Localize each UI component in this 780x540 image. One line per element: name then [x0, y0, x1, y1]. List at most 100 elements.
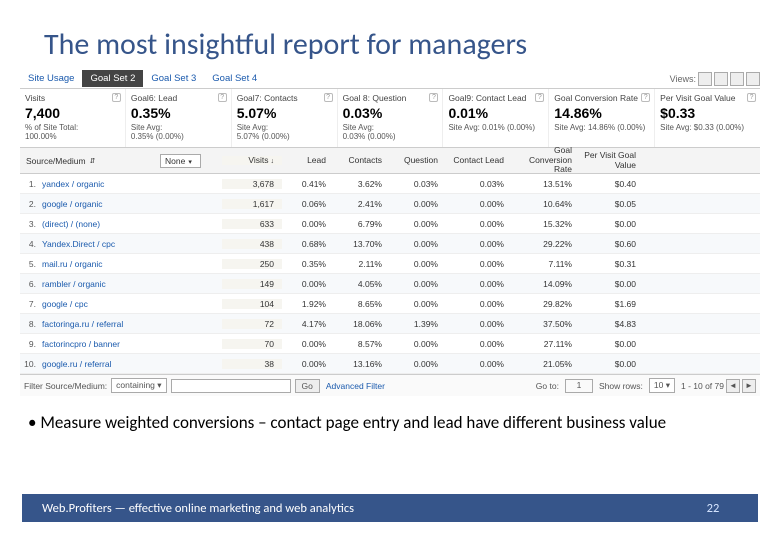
table-row[interactable]: 9.factorincpro / banner700.00%8.57%0.00%…	[20, 334, 760, 354]
table-row[interactable]: 10.google.ru / referral380.00%13.16%0.00…	[20, 354, 760, 374]
metric-sub: 5.07% (0.00%)	[237, 132, 332, 141]
help-icon[interactable]: ?	[429, 93, 438, 102]
table-row[interactable]: 8.factoringa.ru / referral724.17%18.06%1…	[20, 314, 760, 334]
slide-title: The most insightful report for managers	[0, 0, 780, 69]
row-source[interactable]: rambler / organic	[40, 279, 160, 289]
table-row[interactable]: 1.yandex / organic3,6780.41%3.62%0.03%0.…	[20, 174, 760, 194]
metric-card: ?Goal7: Contacts5.07%Site Avg:5.07% (0.0…	[232, 89, 338, 147]
row-index: 10.	[20, 359, 40, 369]
rows-select[interactable]: 10 ▾	[649, 378, 675, 393]
go-button[interactable]: Go	[295, 379, 320, 393]
goto-input[interactable]: 1	[565, 379, 593, 393]
row-source[interactable]: google.ru / referral	[40, 359, 160, 369]
cell-gcr: 13.51%	[512, 179, 580, 189]
table-row[interactable]: 3.(direct) / (none)6330.00%6.79%0.00%0.0…	[20, 214, 760, 234]
row-source[interactable]: yandex / organic	[40, 179, 160, 189]
row-index: 9.	[20, 339, 40, 349]
cell-lead: 0.00%	[282, 359, 334, 369]
cell-contact-lead: 0.00%	[446, 359, 512, 369]
header-lead[interactable]: Lead	[282, 156, 334, 165]
help-icon[interactable]: ?	[112, 93, 121, 102]
row-source[interactable]: google / cpc	[40, 299, 160, 309]
metric-sub: Site Avg:	[131, 123, 226, 132]
cell-pvgv: $0.05	[580, 199, 644, 209]
views-toggle: Views:	[670, 72, 760, 86]
table-row[interactable]: 5.mail.ru / organic2500.35%2.11%0.00%0.0…	[20, 254, 760, 274]
row-source[interactable]: (direct) / (none)	[40, 219, 160, 229]
cell-contact-lead: 0.00%	[446, 299, 512, 309]
cell-visits: 104	[222, 299, 282, 309]
filter-mode-select[interactable]: containing ▾	[111, 378, 166, 393]
help-icon[interactable]: ?	[747, 93, 756, 102]
metric-label: Visits	[25, 93, 120, 103]
view-pie-icon[interactable]	[714, 72, 728, 86]
header-pvgv[interactable]: Per Visit Goal Value	[580, 151, 644, 170]
header-visits[interactable]: Visits ↓	[222, 156, 282, 166]
cell-pvgv: $0.00	[580, 339, 644, 349]
cell-visits: 149	[222, 279, 282, 289]
help-icon[interactable]: ?	[641, 93, 650, 102]
prev-page-button[interactable]: ◄	[726, 379, 740, 393]
header-question[interactable]: Question	[390, 156, 446, 165]
metric-value: 7,400	[25, 105, 120, 121]
cell-lead: 0.68%	[282, 239, 334, 249]
row-index: 5.	[20, 259, 40, 269]
cell-pvgv: $0.00	[580, 359, 644, 369]
cell-question: 0.00%	[390, 359, 446, 369]
none-select[interactable]: None	[160, 154, 201, 168]
goto-label: Go to:	[536, 381, 559, 391]
metric-value: $0.33	[660, 105, 755, 121]
cell-visits: 38	[222, 359, 282, 369]
advanced-filter-link[interactable]: Advanced Filter	[326, 381, 385, 391]
cell-visits: 633	[222, 219, 282, 229]
cell-visits: 72	[222, 319, 282, 329]
metric-label: Goal 8: Question	[343, 93, 438, 103]
help-icon[interactable]: ?	[535, 93, 544, 102]
row-source[interactable]: factorincpro / banner	[40, 339, 160, 349]
cell-contacts: 4.05%	[334, 279, 390, 289]
filter-input[interactable]	[171, 379, 291, 393]
row-index: 6.	[20, 279, 40, 289]
row-source[interactable]: factoringa.ru / referral	[40, 319, 160, 329]
table-row[interactable]: 6.rambler / organic1490.00%4.05%0.00%0.0…	[20, 274, 760, 294]
table-row[interactable]: 4.Yandex.Direct / cpc4380.68%13.70%0.00%…	[20, 234, 760, 254]
metric-label: Goal7: Contacts	[237, 93, 332, 103]
header-gcr[interactable]: Goal Conversion Rate	[512, 146, 580, 174]
secondary-dimension[interactable]: None	[160, 154, 222, 168]
help-icon[interactable]: ?	[324, 93, 333, 102]
table-body: 1.yandex / organic3,6780.41%3.62%0.03%0.…	[20, 174, 760, 374]
cell-visits: 438	[222, 239, 282, 249]
header-source[interactable]: Source/Medium ⇵	[20, 156, 160, 166]
view-table-icon[interactable]	[698, 72, 712, 86]
header-contacts[interactable]: Contacts	[334, 156, 390, 165]
table-row[interactable]: 7.google / cpc1041.92%8.65%0.00%0.00%29.…	[20, 294, 760, 314]
metric-label: Per Visit Goal Value	[660, 93, 755, 103]
view-bar-icon[interactable]	[730, 72, 744, 86]
header-contact-lead[interactable]: Contact Lead	[446, 156, 512, 165]
cell-contacts: 13.16%	[334, 359, 390, 369]
table-row[interactable]: 2.google / organic1,6170.06%2.41%0.00%0.…	[20, 194, 760, 214]
cell-pvgv: $4.83	[580, 319, 644, 329]
tab-goal-set-2[interactable]: Goal Set 2	[82, 70, 143, 87]
cell-visits: 250	[222, 259, 282, 269]
tab-site-usage[interactable]: Site Usage	[20, 70, 82, 87]
metric-sub: 100.00%	[25, 132, 120, 141]
view-comparison-icon[interactable]	[746, 72, 760, 86]
tab-goal-set-4[interactable]: Goal Set 4	[204, 70, 265, 87]
cell-pvgv: $1.69	[580, 299, 644, 309]
row-index: 3.	[20, 219, 40, 229]
help-icon[interactable]: ?	[218, 93, 227, 102]
tab-goal-set-3[interactable]: Goal Set 3	[143, 70, 204, 87]
next-page-button[interactable]: ►	[742, 379, 756, 393]
metric-card: ?Per Visit Goal Value$0.33Site Avg: $0.3…	[655, 89, 760, 147]
metric-value: 0.01%	[448, 105, 543, 121]
cell-pvgv: $0.40	[580, 179, 644, 189]
cell-contact-lead: 0.00%	[446, 239, 512, 249]
cell-pvgv: $0.31	[580, 259, 644, 269]
metrics-row: ?Visits7,400% of Site Total:100.00%?Goal…	[20, 89, 760, 148]
cell-contact-lead: 0.00%	[446, 219, 512, 229]
metric-label: Goal6: Lead	[131, 93, 226, 103]
row-source[interactable]: mail.ru / organic	[40, 259, 160, 269]
row-source[interactable]: Yandex.Direct / cpc	[40, 239, 160, 249]
row-source[interactable]: google / organic	[40, 199, 160, 209]
